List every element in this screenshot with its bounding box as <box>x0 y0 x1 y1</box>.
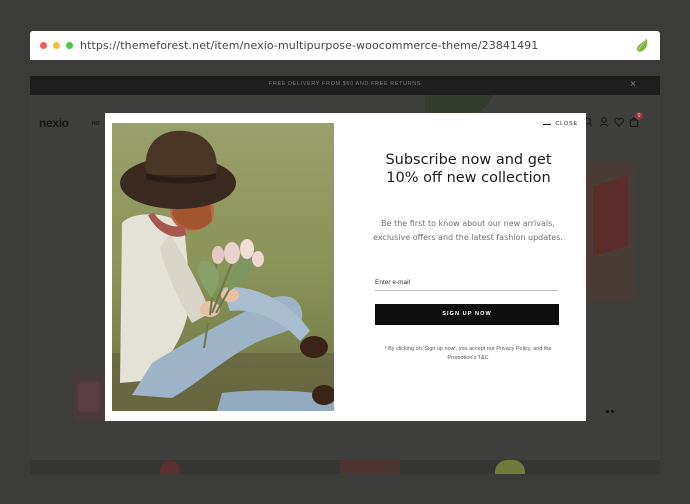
window-close-dot[interactable] <box>40 42 47 49</box>
modal-close-button[interactable]: CLOSE <box>543 121 578 127</box>
close-icon <box>543 123 552 125</box>
privacy-note: * By clicking on 'Sign up now', you acce… <box>384 346 552 361</box>
promo-text: FREE DELIVERY FROM $60 AND FREE RETURNS <box>268 81 422 87</box>
subscribe-modal: CLOSE Subscribe now and get 10% off new … <box>105 113 586 421</box>
envato-leaf-icon <box>636 38 648 52</box>
woman-with-flowers-photo <box>112 123 334 411</box>
header-icons: 0 <box>583 112 643 130</box>
nav-item-home[interactable]: HO <box>92 121 100 127</box>
promo-close-icon[interactable]: × <box>630 79 636 90</box>
background-product-image <box>585 161 633 301</box>
window-maximize-dot[interactable] <box>66 42 73 49</box>
url-text[interactable]: https://themeforest.net/item/nexio-multi… <box>80 39 538 52</box>
background-product-item <box>495 460 525 474</box>
user-icon[interactable] <box>599 116 609 128</box>
screenshot-stage: https://themeforest.net/item/nexio-multi… <box>0 0 690 504</box>
address-bar: https://themeforest.net/item/nexio-multi… <box>30 31 660 60</box>
site-logo[interactable]: nexio <box>39 116 69 130</box>
background-product-item <box>340 460 400 474</box>
close-label: CLOSE <box>555 121 578 127</box>
sign-up-button[interactable]: SIGN UP NOW <box>375 304 559 325</box>
promo-bar: FREE DELIVERY FROM $60 AND FREE RETURNS … <box>30 76 660 95</box>
slider-dots[interactable] <box>606 400 616 418</box>
email-input[interactable] <box>375 275 558 291</box>
modal-description: Be the first to know about our new arriv… <box>373 219 563 242</box>
modal-lifestyle-image <box>112 123 334 411</box>
background-product-item <box>160 460 180 474</box>
cart-count-badge: 0 <box>635 112 643 120</box>
heart-icon[interactable] <box>614 116 624 128</box>
background-thumbnail <box>74 376 106 421</box>
website-background: FREE DELIVERY FROM $60 AND FREE RETURNS … <box>30 76 660 474</box>
modal-title: Subscribe now and get 10% off new collec… <box>385 152 552 186</box>
browser-window: https://themeforest.net/item/nexio-multi… <box>30 31 660 474</box>
window-minimize-dot[interactable] <box>53 42 60 49</box>
